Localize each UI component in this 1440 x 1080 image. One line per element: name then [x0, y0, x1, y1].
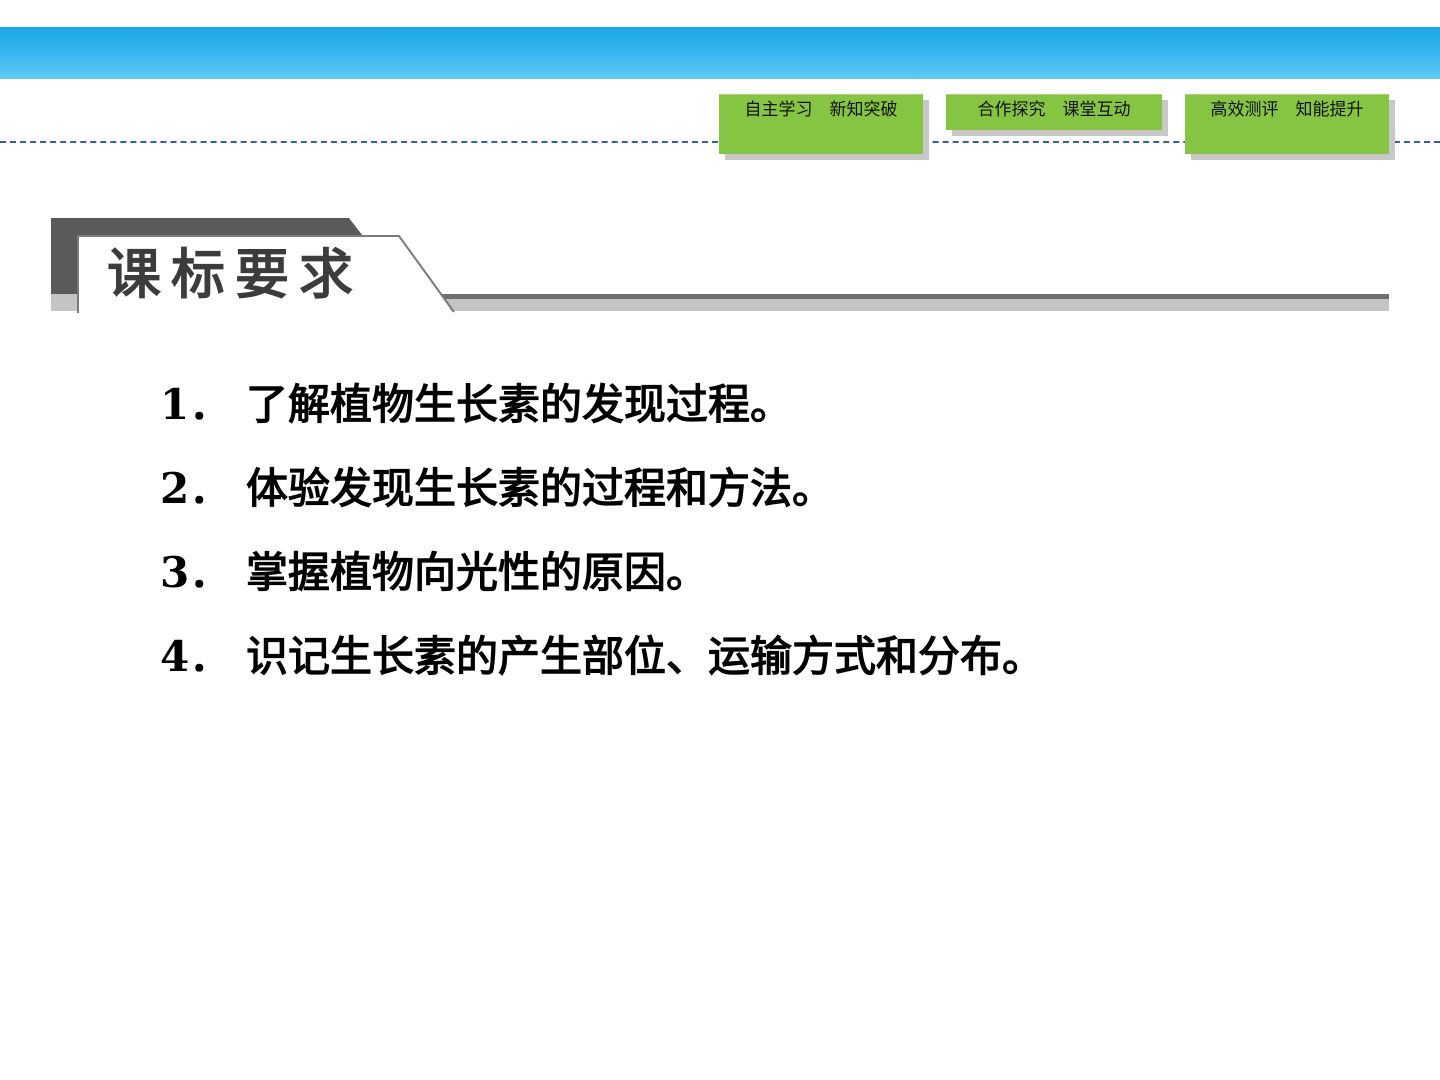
nav-button-label: 合作探究 课堂互动: [977, 100, 1131, 120]
list-item: 1． 了解植物生长素的发现过程。: [160, 370, 1044, 454]
top-banner: [0, 27, 1440, 79]
requirements-list: 1． 了解植物生长素的发现过程。 2． 体验发现生长素的过程和方法。 3． 掌握植物向…: [160, 370, 1044, 706]
section-header: 课标要求: [51, 218, 1389, 314]
section-header-rule: [431, 294, 1389, 299]
list-item: 4． 识记生长素的产生部位、运输方式和分布。: [160, 622, 1044, 706]
nav-button-label: 高效测评 知能提升: [1210, 100, 1364, 120]
nav-button-label: 自主学习 新知突破: [744, 100, 898, 120]
item-text: 体验发现生长素的过程和方法。: [246, 464, 835, 513]
item-number: 2．: [160, 464, 232, 513]
item-text: 了解植物生长素的发现过程。: [246, 380, 793, 429]
item-number: 3．: [160, 548, 232, 597]
section-title: 课标要求: [107, 243, 363, 306]
list-item: 2． 体验发现生长素的过程和方法。: [160, 454, 1044, 538]
item-number: 4．: [160, 632, 232, 681]
nav-button-cooperative-inquiry[interactable]: 合作探究 课堂互动: [946, 94, 1162, 130]
item-text: 识记生长素的产生部位、运输方式和分布。: [246, 632, 1045, 681]
nav-button-self-study[interactable]: 自主学习 新知突破: [719, 94, 923, 154]
item-number: 1．: [160, 380, 232, 429]
item-text: 掌握植物向光性的原因。: [246, 548, 709, 597]
list-item: 3． 掌握植物向光性的原因。: [160, 538, 1044, 622]
nav-button-assessment[interactable]: 高效测评 知能提升: [1185, 94, 1389, 154]
